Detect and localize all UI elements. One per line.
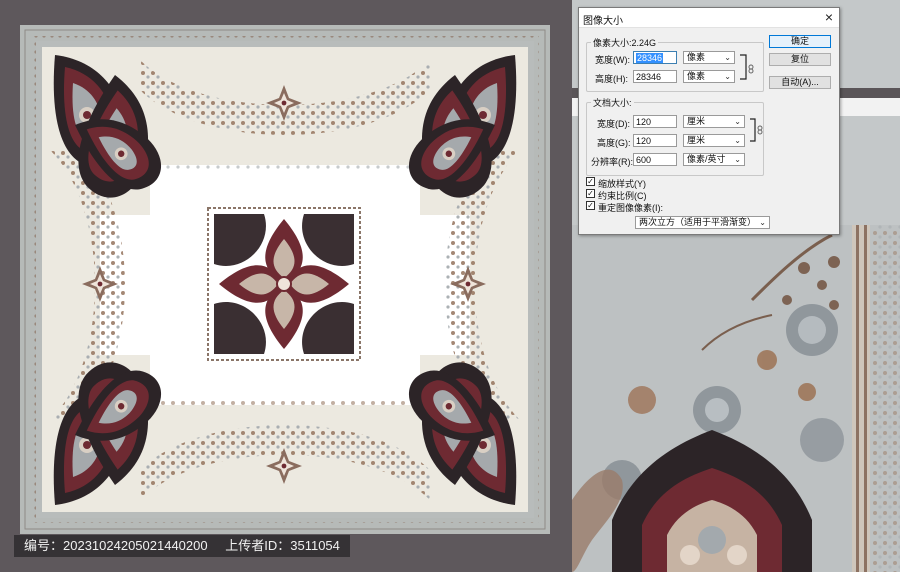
chevron-down-icon: ⌄ [734, 117, 741, 126]
doc-width-unit: 厘米 [687, 116, 706, 126]
pixel-dimensions-group: 像素大小:2.24G 宽度(W): 28346 像素 ⌄ 高度(H): 2834… [586, 36, 764, 92]
scarf-design-canvas [0, 0, 572, 572]
chain-link-icon [750, 118, 763, 142]
image-id-text: 编号：20231024205021440200 [24, 538, 208, 553]
close-icon[interactable]: × [825, 9, 833, 25]
resolution-label: 分辨率(R): [591, 157, 633, 167]
pixel-width-unit-select[interactable]: 像素 ⌄ [683, 51, 735, 64]
doc-height-unit-select[interactable]: 厘米 ⌄ [683, 134, 745, 147]
resolution-unit-select[interactable]: 像素/英寸 ⌄ [683, 153, 745, 166]
chain-link-icon [740, 54, 754, 80]
pixel-dimensions-label: 像素大小:2.24G [591, 36, 659, 49]
dialog-title: 图像大小 [583, 16, 623, 27]
doc-width-label: 宽度(D): [597, 119, 630, 129]
pixel-height-input[interactable]: 28346 [633, 70, 677, 83]
doc-height-label: 高度(G): [597, 138, 631, 148]
doc-height-value: 120 [636, 136, 652, 146]
image-size-dialog: 图像大小 × 像素大小:2.24G 宽度(W): 28346 像素 ⌄ 高度(H… [578, 7, 840, 235]
scale-styles-checkbox[interactable]: ✓ [586, 177, 595, 186]
resolution-unit: 像素/英寸 [687, 154, 726, 164]
resample-checkbox[interactable]: ✓ [586, 201, 595, 210]
pixel-width-input[interactable]: 28346 [633, 51, 677, 64]
auto-button[interactable]: 自动(A)... [769, 76, 831, 89]
resample-method-value: 两次立方（适用于平滑渐变） [639, 217, 757, 227]
document-size-group: 文档大小: 宽度(D): 120 厘米 ⌄ 高度(G): 120 厘米 ⌄ 分辨… [586, 96, 764, 176]
doc-width-input[interactable]: 120 [633, 115, 677, 128]
resample-label[interactable]: 重定图像像素(I): [598, 201, 663, 214]
width-label: 宽度(W): [595, 55, 630, 65]
doc-height-input[interactable]: 120 [633, 134, 677, 147]
resolution-value: 600 [636, 155, 652, 165]
pixel-height-value: 28346 [636, 72, 662, 82]
constrain-proportions-checkbox[interactable]: ✓ [586, 189, 595, 198]
pixel-width-value: 28346 [636, 53, 664, 63]
resolution-input[interactable]: 600 [633, 153, 677, 166]
height-label: 高度(H): [595, 74, 628, 84]
chevron-down-icon: ⌄ [734, 136, 741, 145]
canvas-background: 编号：20231024205021440200 上传者ID：3511054 [0, 0, 572, 572]
resample-method-select[interactable]: 两次立方（适用于平滑渐变） ⌄ [635, 216, 770, 229]
document-size-label: 文档大小: [591, 96, 634, 109]
chevron-down-icon: ⌄ [759, 218, 766, 227]
dialog-titlebar[interactable]: 图像大小 × [579, 8, 839, 28]
pixel-height-unit: 像素 [687, 71, 706, 81]
chevron-down-icon: ⌄ [724, 53, 731, 62]
checkmark-icon: ✓ [587, 177, 594, 186]
pixel-height-unit-select[interactable]: 像素 ⌄ [683, 70, 735, 83]
doc-height-unit: 厘米 [687, 135, 706, 145]
checkmark-icon: ✓ [587, 189, 594, 198]
image-id-watermark: 编号：20231024205021440200 上传者ID：3511054 [14, 535, 350, 557]
ok-button[interactable]: 确定 [769, 35, 831, 48]
uploader-id-text: 上传者ID：3511054 [225, 538, 340, 553]
chevron-down-icon: ⌄ [734, 155, 741, 164]
checkmark-icon: ✓ [587, 201, 594, 210]
chevron-down-icon: ⌄ [724, 72, 731, 81]
doc-width-value: 120 [636, 117, 652, 127]
pixel-width-unit: 像素 [687, 52, 706, 62]
doc-width-unit-select[interactable]: 厘米 ⌄ [683, 115, 745, 128]
reset-button[interactable]: 复位 [769, 53, 831, 66]
